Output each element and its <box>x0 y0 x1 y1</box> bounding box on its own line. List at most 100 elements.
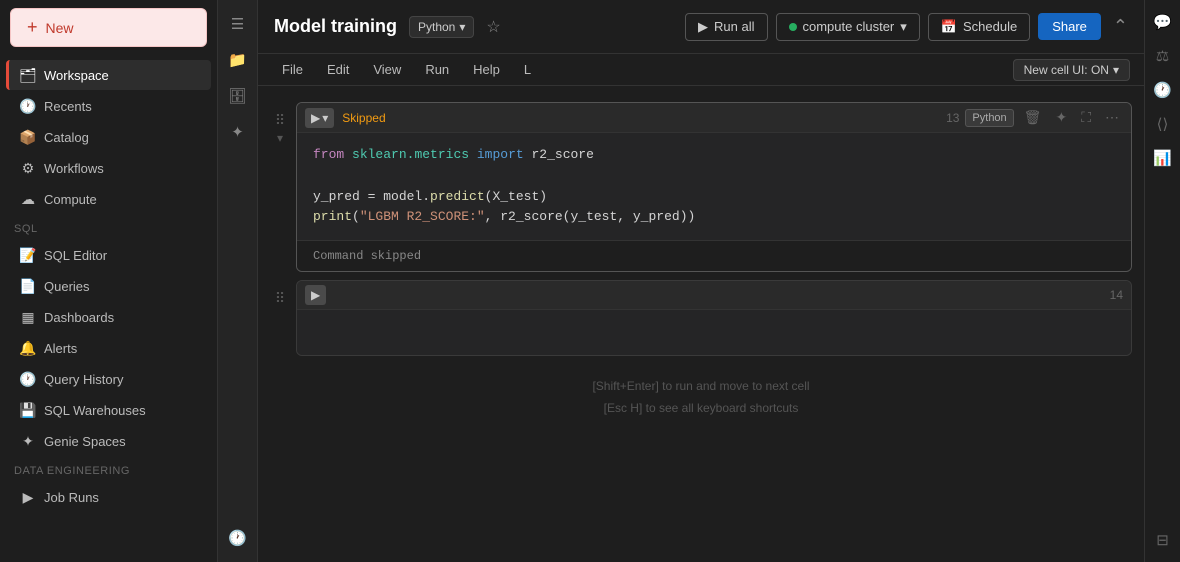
sidebar-item-label: Query History <box>44 372 123 387</box>
topbar-actions: ▶ Run all compute cluster ▾ 📅 Schedule S… <box>685 13 1128 41</box>
play-icon: ▶ <box>311 288 320 302</box>
sql-editor-icon: 📝 <box>20 247 36 263</box>
sidebar-item-recents[interactable]: 🕐 Recents <box>6 91 211 121</box>
sidebar-item-label: Recents <box>44 99 92 114</box>
hint-line-1: [Shift+Enter] to run and move to next ce… <box>274 376 1128 398</box>
chevron-down-icon: ▾ <box>1113 63 1119 77</box>
workspace-icon: 🗂 <box>20 67 36 83</box>
star-button[interactable]: ☆ <box>486 17 500 37</box>
sidebar-item-catalog[interactable]: 📦 Catalog <box>6 122 211 152</box>
charts-button[interactable]: 📊 <box>1149 144 1177 172</box>
variables-button[interactable]: ⟨⟩ <box>1149 110 1177 138</box>
cell-13-output-text: Command skipped <box>313 249 421 263</box>
sidebar-item-job-runs[interactable]: ▶ Job Runs <box>6 482 211 512</box>
cell-14-left-controls: ⠿ <box>270 280 290 307</box>
drag-handle-icon[interactable]: ⠿ <box>275 290 285 307</box>
sidebar-item-workspace[interactable]: 🗂 Workspace <box>6 60 211 90</box>
plus-icon: + <box>27 17 38 38</box>
sidebar-item-sql-editor[interactable]: 📝 SQL Editor <box>6 240 211 270</box>
main-content: Model training Python ▾ ☆ ▶ Run all comp… <box>258 0 1144 562</box>
sidebar-item-query-history[interactable]: 🕐 Query History <box>6 364 211 394</box>
sidebar-item-label: Compute <box>44 192 97 207</box>
cell-14: ▶ 14 <box>296 280 1132 356</box>
right-icon-strip: 💬 ⚖ 🕐 ⟨⟩ 📊 ⊟ <box>1144 0 1180 562</box>
sql-warehouses-icon: 💾 <box>20 402 36 418</box>
file-browser-btn[interactable]: 📁 <box>222 44 254 76</box>
cell-13-code[interactable]: from sklearn.metrics import r2_score y_p… <box>297 133 1131 240</box>
compute-status-dot <box>789 23 797 31</box>
run-all-button[interactable]: ▶ Run all <box>685 13 767 41</box>
sidebar-item-label: Workflows <box>44 161 104 176</box>
genie-spaces-icon: ✦ <box>20 433 36 449</box>
cell-13-lang[interactable]: Python <box>965 109 1013 127</box>
run-cell-button-13[interactable]: ▶ ▾ <box>305 108 334 128</box>
menu-file[interactable]: File <box>272 58 313 81</box>
schedule-button[interactable]: 📅 Schedule <box>928 13 1030 41</box>
new-button[interactable]: + New <box>10 8 207 47</box>
hint-line-2: [Esc H] to see all keyboard shortcuts <box>274 398 1128 420</box>
sidebar-item-label: Alerts <box>44 341 77 356</box>
notebook-area: ⠿ ▾ ▶ ▾ Skipped 13 Python 🗑 ✦ ⛶ ⋯ <box>258 86 1144 562</box>
cell-13-number: 13 <box>946 111 959 125</box>
code-line-4: print("LGBM R2_SCORE:", r2_score(y_test,… <box>313 207 1115 228</box>
cell-13-toolbar: ▶ ▾ Skipped 13 Python 🗑 ✦ ⛶ ⋯ <box>297 103 1131 133</box>
sidebar-item-label: Queries <box>44 279 90 294</box>
cell-ui-toggle[interactable]: New cell UI: ON ▾ <box>1013 59 1130 81</box>
play-icon: ▶ <box>311 111 320 125</box>
chevron-down-icon: ▾ <box>459 20 465 34</box>
history-button[interactable]: 🕐 <box>1149 76 1177 104</box>
sidebar-item-dashboards[interactable]: ▦ Dashboards <box>6 302 211 332</box>
database-btn[interactable]: 🗄 <box>222 80 254 112</box>
sidebar-item-sql-warehouses[interactable]: 💾 SQL Warehouses <box>6 395 211 425</box>
menubar: File Edit View Run Help L New cell UI: O… <box>258 54 1144 86</box>
job-runs-icon: ▶ <box>20 489 36 505</box>
code-line-1: from sklearn.metrics import r2_score <box>313 145 1115 166</box>
sidebar-item-label: Dashboards <box>44 310 114 325</box>
menu-run[interactable]: Run <box>415 58 459 81</box>
ai-fix-icon[interactable]: ✦ <box>1051 107 1071 128</box>
compute-cluster-button[interactable]: compute cluster ▾ <box>776 13 920 41</box>
language-selector[interactable]: Python ▾ <box>409 16 474 38</box>
cell-ui-toggle-label: New cell UI: ON <box>1024 63 1109 77</box>
sidebar-item-workflows[interactable]: ⚙ Workflows <box>6 153 211 183</box>
code-line-2 <box>313 166 1115 187</box>
sidebar-item-label: Catalog <box>44 130 89 145</box>
cell-13-output: Command skipped <box>297 240 1131 271</box>
sidebar-item-label: Genie Spaces <box>44 434 126 449</box>
cell-expand-button[interactable]: ▾ <box>277 131 283 145</box>
sidebar-item-genie-spaces[interactable]: ✦ Genie Spaces <box>6 426 211 456</box>
sidebar-item-queries[interactable]: 📄 Queries <box>6 271 211 301</box>
expand-button[interactable]: ⊟ <box>1149 526 1177 554</box>
sidebar-nav: 🗂 Workspace 🕐 Recents 📦 Catalog ⚙ Workfl… <box>0 55 217 562</box>
sidebar-item-compute[interactable]: ☁ Compute <box>6 184 211 214</box>
left-icon-strip: ☰ 📁 🗄 ✦ 🕐 <box>218 0 258 562</box>
data-engineering-section-label: Data Engineering <box>0 457 217 481</box>
menu-l[interactable]: L <box>514 58 541 81</box>
delete-cell-13-button[interactable]: 🗑 <box>1020 107 1046 128</box>
cell-14-code[interactable] <box>297 310 1131 355</box>
cell-14-toolbar: ▶ 14 <box>297 281 1131 310</box>
language-label: Python <box>418 20 455 34</box>
cell-13: ▶ ▾ Skipped 13 Python 🗑 ✦ ⛶ ⋯ from sklea… <box>296 102 1132 272</box>
drag-handle-icon[interactable]: ⠿ <box>275 112 285 129</box>
notebook-view-btn[interactable]: ☰ <box>222 8 254 40</box>
ai-assist-btn[interactable]: ✦ <box>222 116 254 148</box>
schedule-label: Schedule <box>963 19 1017 34</box>
more-options-13-button[interactable]: ⋯ <box>1101 107 1123 128</box>
history-btn[interactable]: 🕐 <box>222 522 254 554</box>
new-label: New <box>46 20 74 36</box>
menu-help[interactable]: Help <box>463 58 510 81</box>
sidebar-item-alerts[interactable]: 🔔 Alerts <box>6 333 211 363</box>
menu-edit[interactable]: Edit <box>317 58 359 81</box>
run-cell-button-14[interactable]: ▶ <box>305 285 326 305</box>
play-icon: ▶ <box>698 19 708 35</box>
menu-view[interactable]: View <box>363 58 411 81</box>
dashboards-icon: ▦ <box>20 309 36 325</box>
comments-button[interactable]: 💬 <box>1149 8 1177 36</box>
collapse-button[interactable]: ⌃ <box>1113 16 1128 37</box>
expand-cell-13-button[interactable]: ⛶ <box>1077 107 1095 128</box>
notebook-hints: [Shift+Enter] to run and move to next ce… <box>258 360 1144 435</box>
compare-button[interactable]: ⚖ <box>1149 42 1177 70</box>
cell-14-number: 14 <box>1110 288 1123 302</box>
share-button[interactable]: Share <box>1038 13 1101 40</box>
